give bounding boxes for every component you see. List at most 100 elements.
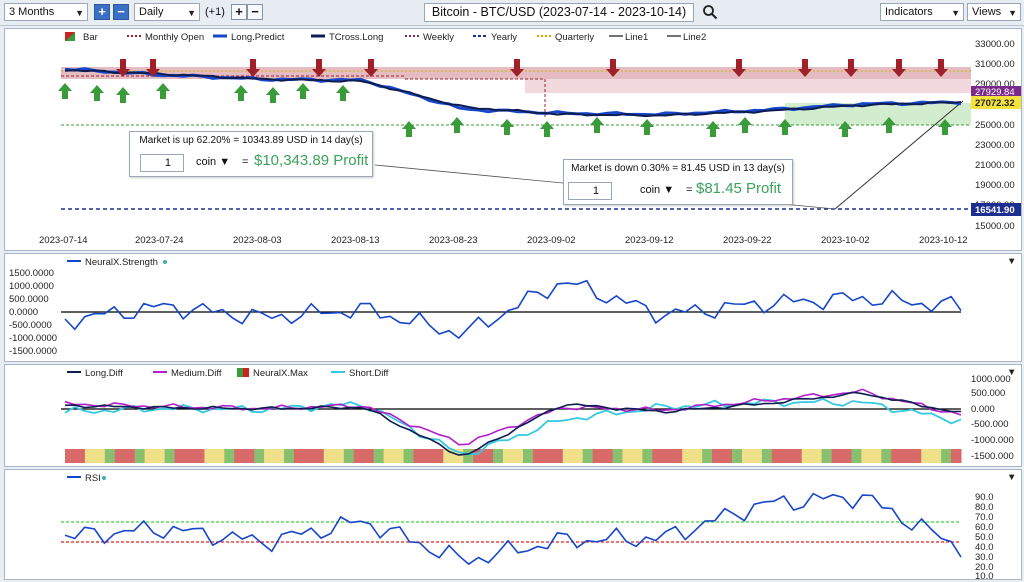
market-up-text: Market is up 62.20% = 10343.89 USD in 14… <box>139 135 363 146</box>
x-tick: 2023-08-03 <box>233 235 282 246</box>
indicators-dropdown[interactable]: Indicators ▼ <box>880 3 964 21</box>
y-tick: 23000.00 <box>975 140 1015 151</box>
heat-cell <box>592 449 604 463</box>
y-tick: 1500.0000 <box>9 268 54 279</box>
y-tick: 25000.00 <box>975 120 1015 131</box>
y-tick: -1500.0000 <box>9 346 57 357</box>
step-plus-button[interactable]: + <box>231 4 247 20</box>
y-tick: 0.0000 <box>9 307 38 318</box>
market-up-box[interactable]: Market is up 62.20% = 10343.89 USD in 14… <box>129 131 373 177</box>
heat-cell <box>104 449 116 463</box>
heat-cell <box>781 449 793 463</box>
rsi-line <box>64 492 962 566</box>
heat-cell <box>532 449 544 463</box>
legend-item: TCross.Long <box>329 32 383 43</box>
price-tag-current-text: 27072.32 <box>975 98 1015 109</box>
rsi-chart[interactable]: RSI ▼ 90.0 80.0 70.0 60.0 50.0 40.0 30.0… <box>5 470 1022 580</box>
strength-panel[interactable]: NeuralX.Strength ▼ 1500.0000 1000.0000 5… <box>4 253 1022 362</box>
heat-cell <box>254 449 265 463</box>
chevron-down-icon: ▼ <box>187 8 196 18</box>
legend-item: RSI <box>85 473 101 484</box>
heat-cell <box>373 449 385 463</box>
legend-item: NeuralX.Max <box>253 368 308 379</box>
legend-item: Monthly Open <box>145 32 204 43</box>
diff-chart[interactable]: Long.Diff Medium.Diff NeuralX.Max Short.… <box>5 365 1022 467</box>
y-tick: -1000.0000 <box>9 333 57 344</box>
collapse-icon[interactable]: ▼ <box>1007 256 1016 267</box>
collapse-icon[interactable]: ▼ <box>1007 472 1016 483</box>
legend-item: Yearly <box>491 32 517 43</box>
heat-cell <box>632 449 643 463</box>
equals-sign: = <box>686 184 693 196</box>
heat-cell <box>134 449 146 463</box>
legend-item: Medium.Diff <box>171 368 222 379</box>
heat-cell <box>891 449 902 463</box>
zoom-out-button[interactable]: − <box>113 4 129 20</box>
buy-arrow <box>402 121 416 137</box>
heat-cell <box>771 449 783 463</box>
buy-arrow <box>58 83 72 99</box>
heat-cell <box>602 449 614 463</box>
heat-cell <box>552 449 564 463</box>
zoom-in-button[interactable]: + <box>94 4 110 20</box>
unit-dropdown[interactable]: coin ▼ <box>640 184 674 196</box>
strength-chart[interactable]: NeuralX.Strength ▼ 1500.0000 1000.0000 5… <box>5 254 1022 362</box>
search-icon[interactable] <box>702 4 718 20</box>
buy-arrow <box>450 117 464 133</box>
heat-cell <box>274 449 285 463</box>
step-minus-button[interactable]: − <box>247 4 263 20</box>
buy-arrow <box>706 121 720 137</box>
heat-cell <box>523 449 534 463</box>
diff-y-axis: 1000.000 500.000 0.000 -500.000 -1000.00… <box>971 374 1014 462</box>
y-tick: 500.000 <box>971 388 1005 399</box>
heat-cell <box>901 449 912 463</box>
neuralx-max-strip <box>65 449 962 463</box>
x-tick: 2023-09-02 <box>527 235 576 246</box>
heat-cell <box>612 449 624 463</box>
heat-cell <box>791 449 803 463</box>
heat-cell <box>413 449 424 463</box>
heat-cell <box>503 449 514 463</box>
unit-dropdown[interactable]: coin ▼ <box>196 156 230 168</box>
buy-arrow <box>500 119 514 135</box>
heat-cell <box>761 449 773 463</box>
info-dot-icon[interactable] <box>102 476 106 480</box>
range-dropdown[interactable]: 3 Months ▼ <box>4 3 88 21</box>
market-down-box[interactable]: Market is down 0.30% = 81.45 USD in 13 d… <box>563 159 793 205</box>
x-tick: 2023-10-02 <box>821 235 870 246</box>
views-dropdown[interactable]: Views ▼ <box>967 3 1021 21</box>
legend-item: Quarterly <box>555 32 594 43</box>
quantity-stepper[interactable]: 1 <box>140 154 184 172</box>
rsi-panel[interactable]: RSI ▼ 90.0 80.0 70.0 60.0 50.0 40.0 30.0… <box>4 469 1022 580</box>
legend-item: Weekly <box>423 32 454 43</box>
heat-cell <box>732 449 743 463</box>
heat-cell <box>313 449 325 463</box>
interval-dropdown[interactable]: Daily ▼ <box>134 3 200 21</box>
step-label: (+1) <box>205 6 225 18</box>
chart-title[interactable]: Bitcoin - BTC/USD (2023-07-14 - 2023-10-… <box>424 3 694 22</box>
heat-cell <box>244 449 255 463</box>
x-tick: 2023-08-23 <box>429 235 478 246</box>
price-panel[interactable]: Bar Monthly Open Long.Predict TCross.Lon… <box>4 28 1022 251</box>
heat-cell <box>911 449 922 463</box>
heat-cell <box>642 449 653 463</box>
heat-cell <box>164 449 176 463</box>
quantity-stepper[interactable]: 1 <box>568 182 612 200</box>
y-tick: 33000.00 <box>975 39 1015 50</box>
chevron-down-icon: ▼ <box>219 156 231 168</box>
heat-cell <box>75 449 86 463</box>
heat-cell <box>861 449 872 463</box>
heat-cell <box>323 449 335 463</box>
buy-arrow <box>116 87 130 103</box>
y-tick: 10.0 <box>975 571 994 580</box>
range-value: 3 Months <box>9 6 55 18</box>
heat-cell <box>572 449 584 463</box>
buy-arrow <box>336 85 350 101</box>
heat-cell <box>234 449 245 463</box>
heat-cell <box>214 449 225 463</box>
y-tick: -500.0000 <box>9 320 52 331</box>
quantity-value: 1 <box>592 185 599 197</box>
info-dot-icon[interactable] <box>163 260 167 264</box>
heat-cell <box>284 449 295 463</box>
diff-panel[interactable]: Long.Diff Medium.Diff NeuralX.Max Short.… <box>4 364 1022 467</box>
